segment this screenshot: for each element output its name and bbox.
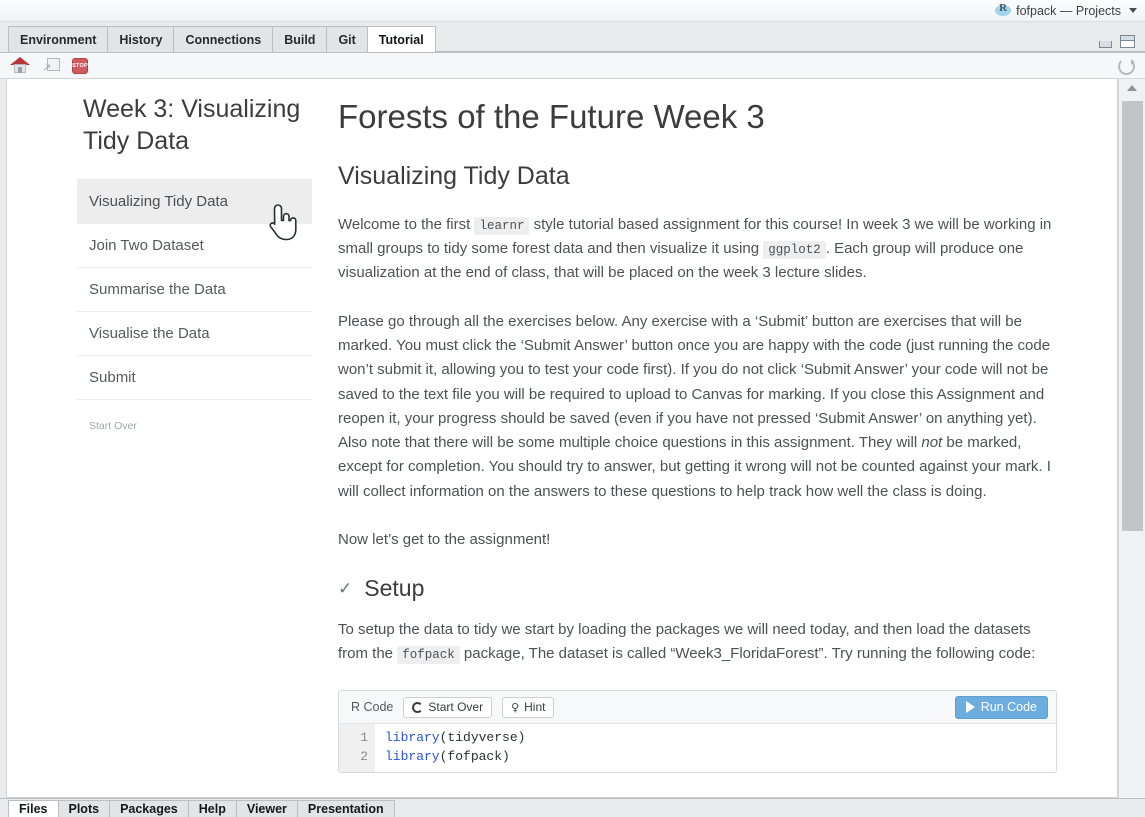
r-logo-icon: R xyxy=(995,2,1012,18)
intro-text-a: Welcome to the first xyxy=(338,215,471,233)
start-over-button-label: Start Over xyxy=(428,700,484,715)
sidebar-item-submit[interactable]: Submit xyxy=(77,356,312,400)
refresh-icon[interactable] xyxy=(1118,58,1135,75)
tutorial-nav-list: Visualizing Tidy Data Join Two Dataset S… xyxy=(77,179,312,400)
code-keyword: library xyxy=(385,748,440,764)
tab-git[interactable]: Git xyxy=(327,26,368,52)
tab-build[interactable]: Build xyxy=(273,26,328,52)
page-title: Forests of the Future Week 3 xyxy=(338,98,765,135)
line-number: 2 xyxy=(360,748,368,764)
project-name-label: fofpack — Projects xyxy=(1016,3,1121,18)
paragraph-lets-get-started: Now let’s get to the assignment! xyxy=(338,531,551,549)
sidebar-start-over-link[interactable]: Start Over xyxy=(89,420,312,432)
tutorial-main-content: Forests of the Future Week 3 Visualizing… xyxy=(322,93,1117,774)
start-over-button[interactable]: Start Over xyxy=(403,696,493,718)
sidebar-item-visualise-the-data[interactable]: Visualise the Data xyxy=(77,312,312,356)
tab-tutorial[interactable]: Tutorial xyxy=(367,26,436,52)
scroll-up-arrow-icon[interactable] xyxy=(1127,85,1137,91)
chevron-down-icon xyxy=(1129,8,1137,13)
pane-tab-strip: Environment History Connections Build Gi… xyxy=(0,22,1145,53)
setup-text-b: package, The dataset is called “Week3_Fl… xyxy=(463,644,1036,662)
tutorial-toolbar: ↗ STOP xyxy=(0,53,1145,79)
paragraph-instructions: Please go through all the exercises belo… xyxy=(338,310,1057,504)
paragraph-setup-description: To setup the data to tidy we start by lo… xyxy=(338,618,1057,667)
tab-presentation[interactable]: Presentation xyxy=(297,800,395,817)
tab-connections[interactable]: Connections xyxy=(174,26,274,52)
tab-strip-filler xyxy=(435,26,1145,52)
inline-code-fofpack: fofpack xyxy=(397,645,460,664)
tutorial-content-frame: Week 3: Visualizing Tidy Data Visualizin… xyxy=(0,79,1145,798)
code-keyword: library xyxy=(385,730,440,746)
tab-environment[interactable]: Environment xyxy=(8,26,109,52)
run-code-button[interactable]: Run Code xyxy=(954,695,1048,719)
title-bar: R fofpack — Projects xyxy=(0,0,1145,22)
scrollbar-thumb[interactable] xyxy=(1122,101,1143,531)
sidebar-item-summarise-the-data[interactable]: Summarise the Data xyxy=(77,268,312,312)
tab-history[interactable]: History xyxy=(108,26,175,52)
home-icon[interactable] xyxy=(10,57,30,74)
stop-icon[interactable]: STOP xyxy=(72,57,88,74)
popout-window-icon[interactable]: ↗ xyxy=(42,57,60,74)
section-title: Visualizing Tidy Data xyxy=(338,162,570,191)
tab-plots[interactable]: Plots xyxy=(58,800,111,817)
tutorial-document: Week 3: Visualizing Tidy Data Visualizin… xyxy=(6,79,1118,798)
tab-help[interactable]: Help xyxy=(188,800,237,817)
hint-button[interactable]: ♀ Hint xyxy=(502,696,555,718)
run-code-button-label: Run Code xyxy=(980,700,1037,715)
paragraph-intro: Welcome to the first learnr style tutori… xyxy=(338,213,1057,286)
tab-viewer[interactable]: Viewer xyxy=(236,800,298,817)
code-exercise-label: R Code xyxy=(351,700,394,715)
inline-code-ggplot2: ggplot2 xyxy=(763,241,826,260)
code-line: library(tidyverse) xyxy=(385,729,1056,747)
tab-files[interactable]: Files xyxy=(8,800,59,817)
setup-heading-label: Setup xyxy=(364,575,425,602)
code-rest: (tidyverse) xyxy=(439,730,526,746)
code-editor[interactable]: 1 2 library(tidyverse) library(fofpack) xyxy=(339,724,1056,773)
code-exercise-toolbar: R Code Start Over ♀ Hint Run Code xyxy=(339,691,1056,725)
pane-window-controls xyxy=(1099,35,1135,48)
play-icon xyxy=(965,701,975,714)
instructions-emphasis-not: not xyxy=(921,434,943,452)
vertical-scrollbar[interactable] xyxy=(1118,79,1145,798)
sidebar-item-visualizing-tidy-data[interactable]: Visualizing Tidy Data xyxy=(77,180,312,224)
minimize-icon[interactable] xyxy=(1099,41,1112,48)
tutorial-sidebar: Week 3: Visualizing Tidy Data Visualizin… xyxy=(7,93,322,773)
lightbulb-icon: ♀ xyxy=(511,700,520,714)
hint-button-label: Hint xyxy=(524,700,546,715)
rstudio-window: R fofpack — Projects Environment History… xyxy=(0,0,1145,817)
project-selector[interactable]: R fofpack — Projects xyxy=(995,2,1137,18)
r-logo-letter: R xyxy=(999,2,1008,14)
bottom-pane-tab-strip: Files Plots Packages Help Viewer Present… xyxy=(0,798,1145,817)
sidebar-item-join-two-dataset[interactable]: Join Two Dataset xyxy=(77,224,312,268)
code-line: library(fofpack) xyxy=(385,748,1056,766)
code-gutter: 1 2 xyxy=(339,724,375,773)
subsection-title-setup: ✓ Setup xyxy=(338,575,1057,602)
refresh-icon xyxy=(412,701,424,713)
inline-code-learnr: learnr xyxy=(474,216,530,235)
instructions-text-a: Please go through all the exercises belo… xyxy=(338,312,1051,452)
code-lines[interactable]: library(tidyverse) library(fofpack) xyxy=(375,724,1056,772)
tutorial-sidebar-title: Week 3: Visualizing Tidy Data xyxy=(83,95,301,155)
maximize-icon[interactable] xyxy=(1120,35,1135,48)
tab-packages[interactable]: Packages xyxy=(110,800,189,817)
code-exercise-box: R Code Start Over ♀ Hint Run Code 1 2 li… xyxy=(338,690,1057,774)
check-icon: ✓ xyxy=(338,578,353,599)
line-number: 1 xyxy=(360,730,368,746)
code-rest: (fofpack) xyxy=(439,748,510,764)
